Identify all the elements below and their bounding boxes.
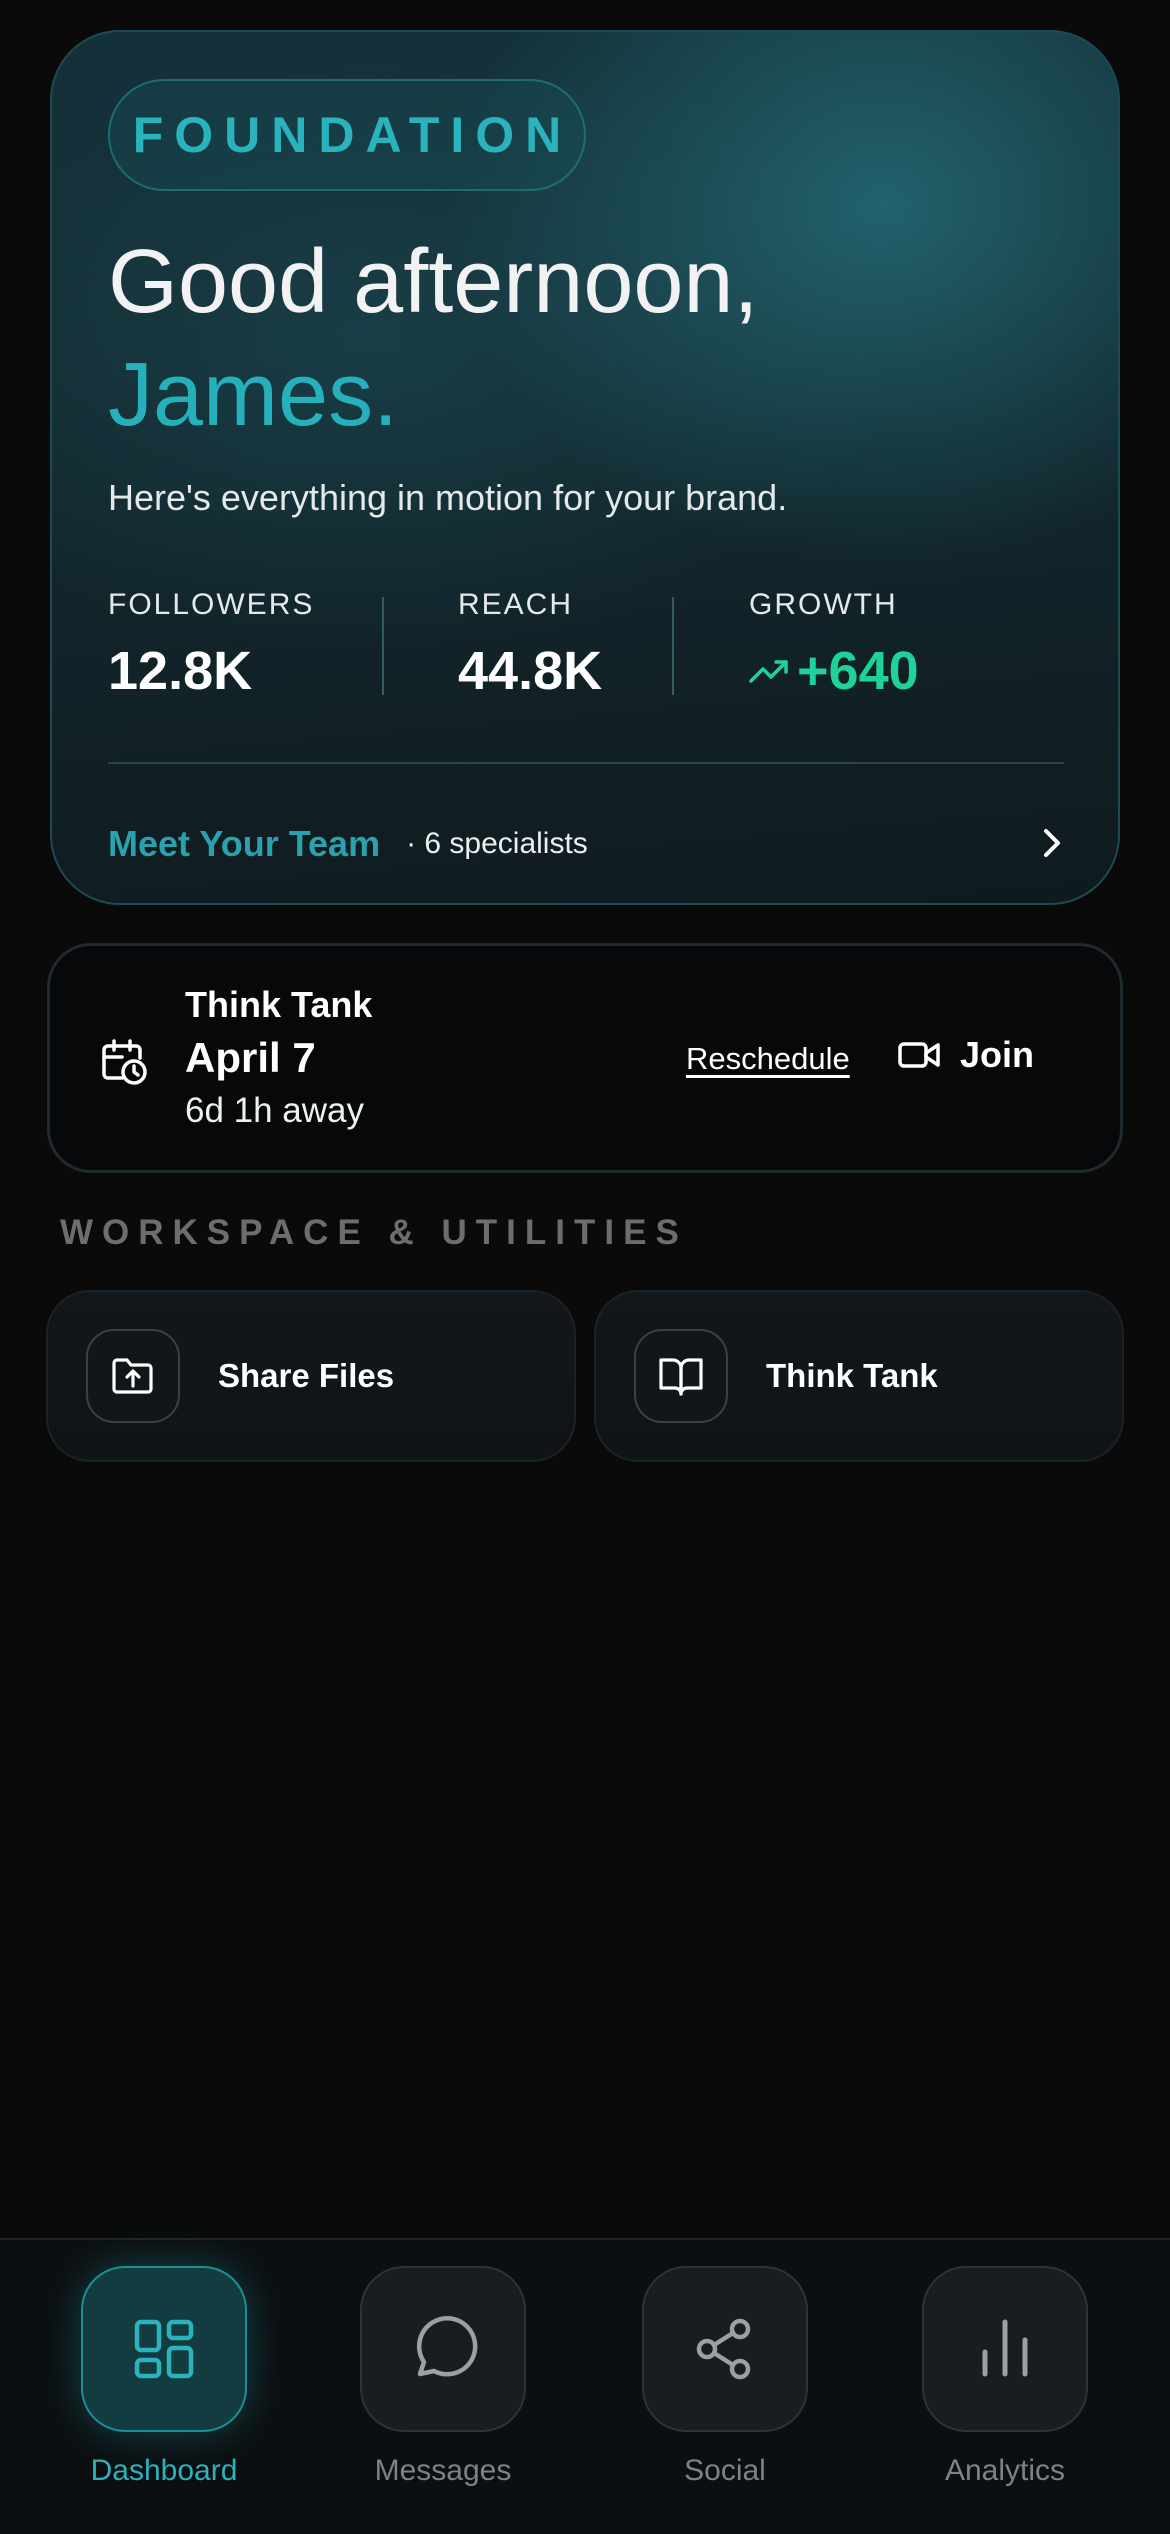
hero-card: FOUNDATION Good afternoon, James. Here's…: [50, 30, 1120, 905]
open-book-icon: [659, 1358, 703, 1396]
join-button[interactable]: Join: [898, 1034, 1034, 1076]
user-name: James.: [108, 345, 399, 445]
think-tank-tile[interactable]: Think Tank: [594, 1290, 1124, 1462]
chat-bubble-icon: [416, 2316, 478, 2377]
trending-up-icon: [749, 660, 788, 683]
reach-value: 44.8K: [458, 641, 603, 701]
bottom-navigation: Dashboard Messages Social Analytics: [0, 2238, 1170, 2534]
nav-button[interactable]: [81, 2266, 247, 2432]
reach-label: REACH: [458, 588, 574, 621]
nav-item-messages[interactable]: Messages: [360, 2266, 526, 2488]
meeting-title: Think Tank: [185, 984, 373, 1025]
nav-label-social: Social: [684, 2454, 766, 2487]
share-files-tile[interactable]: Share Files: [46, 1290, 576, 1462]
nav-label-messages: Messages: [374, 2454, 512, 2487]
share-nodes-icon: [696, 2318, 751, 2380]
stat-divider: [382, 597, 384, 695]
chevron-right-icon[interactable]: [1040, 826, 1064, 860]
team-count: · 6 specialists: [406, 827, 588, 860]
followers-label: FOLLOWERS: [108, 588, 315, 621]
growth-value: +640: [797, 641, 919, 701]
nav-button[interactable]: [360, 2266, 526, 2432]
nav-label-dashboard: Dashboard: [90, 2454, 238, 2487]
tile-icon-frame: [86, 1329, 180, 1423]
growth-label: GROWTH: [749, 588, 898, 621]
nav-item-analytics[interactable]: Analytics: [922, 2266, 1088, 2488]
meeting-date: April 7: [185, 1034, 316, 1081]
tile-icon-frame: [634, 1329, 728, 1423]
greeting-text: Good afternoon,: [108, 232, 759, 332]
stat-divider: [672, 597, 674, 695]
hero-subtitle: Here's everything in motion for your bra…: [108, 477, 788, 518]
reschedule-link[interactable]: Reschedule: [686, 1041, 850, 1077]
nav-label-analytics: Analytics: [944, 2454, 1066, 2487]
meet-team-link[interactable]: Meet Your Team: [108, 823, 380, 865]
join-label: Join: [960, 1034, 1035, 1075]
growth-value-group: +640: [749, 640, 919, 702]
meet-team-row[interactable]: Meet Your Team · 6 specialists: [108, 814, 1064, 874]
nav-button[interactable]: [642, 2266, 808, 2432]
dashboard-grid-icon: [134, 2319, 194, 2379]
think-tank-label: Think Tank: [766, 1357, 938, 1394]
meeting-card: Think Tank April 7 6d 1h away Reschedule…: [47, 943, 1123, 1173]
workspace-heading: WORKSPACE & UTILITIES: [60, 1213, 688, 1252]
share-files-label: Share Files: [218, 1357, 395, 1394]
plan-badge: FOUNDATION: [108, 79, 586, 191]
followers-value: 12.8K: [108, 641, 253, 701]
plan-badge-label: FOUNDATION: [132, 107, 573, 163]
nav-item-social[interactable]: Social: [642, 2266, 808, 2488]
meeting-countdown: 6d 1h away: [185, 1091, 365, 1130]
video-camera-icon: [898, 1042, 940, 1068]
nav-button[interactable]: [922, 2266, 1088, 2432]
calendar-clock-icon: [102, 1039, 147, 1085]
hero-divider: [108, 762, 1064, 764]
nav-item-dashboard[interactable]: Dashboard: [81, 2266, 247, 2488]
bar-chart-icon: [982, 2319, 1028, 2377]
folder-upload-icon: [112, 1358, 153, 1394]
